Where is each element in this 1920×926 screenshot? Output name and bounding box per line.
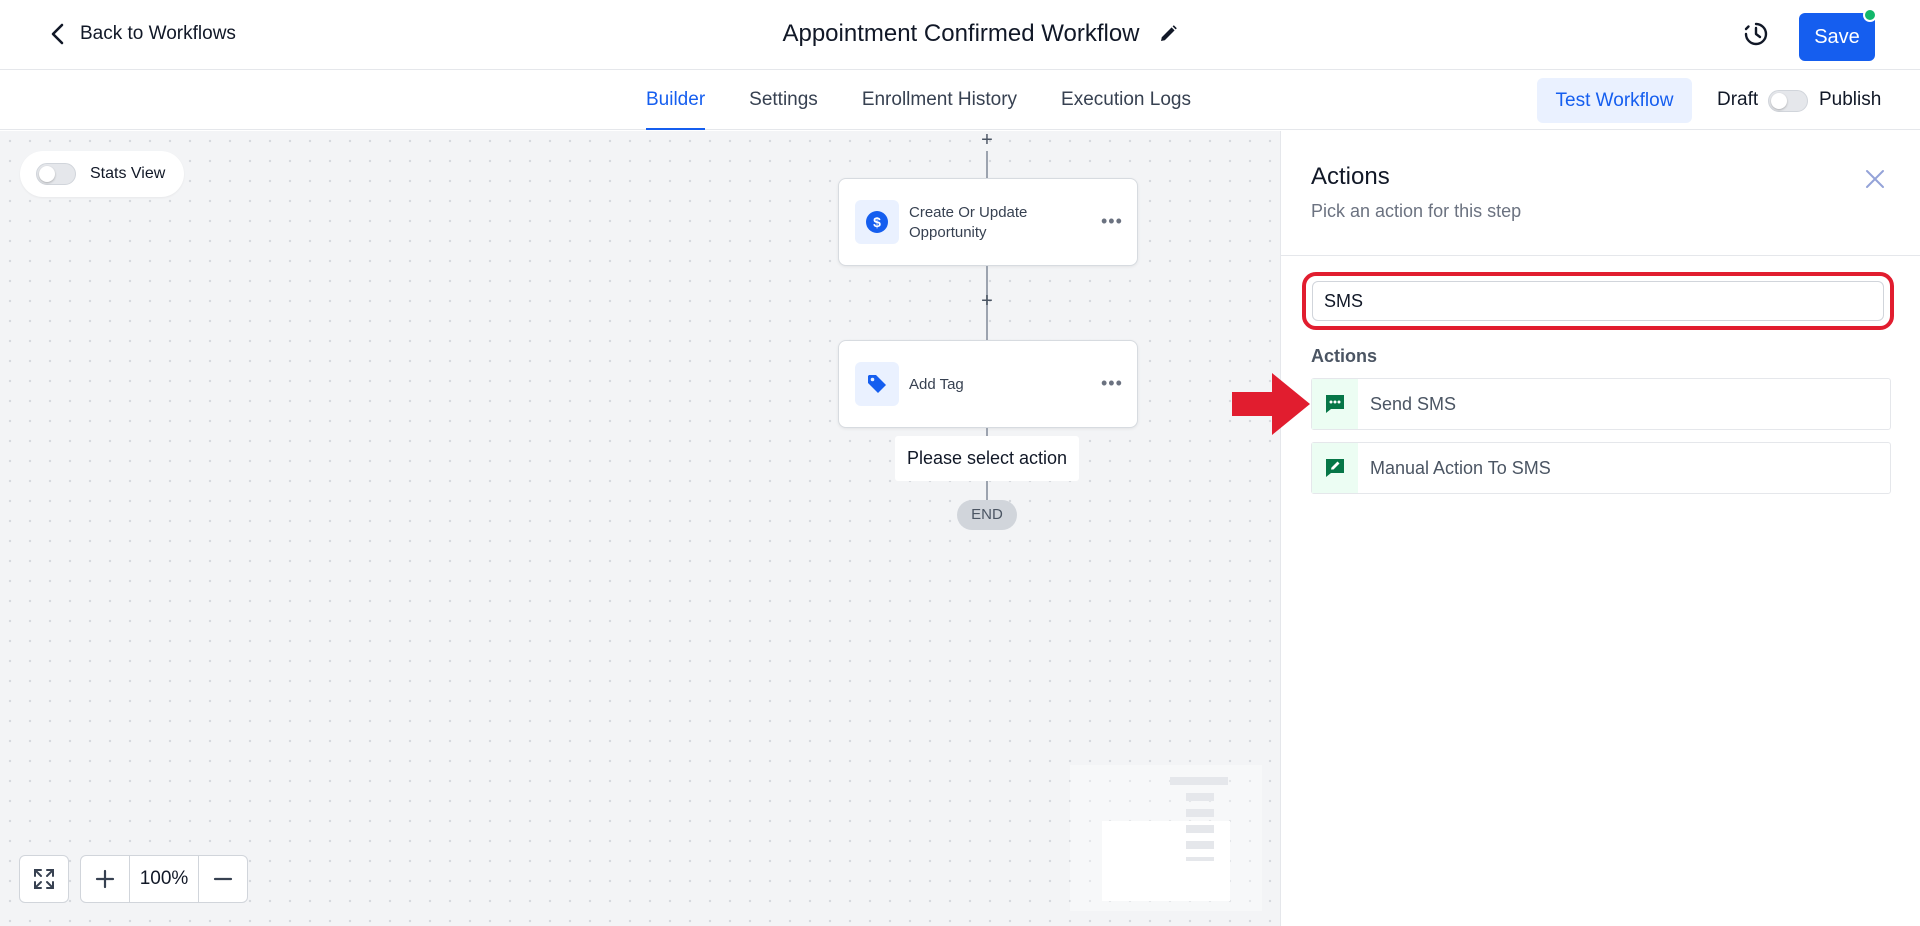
minus-icon	[213, 877, 233, 881]
message-icon	[1326, 395, 1344, 413]
fit-view-button[interactable]	[19, 855, 69, 903]
action-manual-sms[interactable]: Manual Action To SMS	[1311, 442, 1891, 494]
back-to-workflows-link[interactable]: Back to Workflows	[48, 22, 236, 46]
history-icon[interactable]	[1742, 20, 1770, 48]
pencil-icon[interactable]	[1158, 24, 1178, 44]
dollar-icon: $	[866, 211, 888, 233]
action-icon-box	[1312, 443, 1358, 493]
tab-execution-logs[interactable]: Execution Logs	[1061, 70, 1191, 130]
minimap-node	[1186, 857, 1214, 861]
workflow-title-bar: Appointment Confirmed Workflow	[0, 20, 1920, 48]
end-node: END	[957, 500, 1017, 530]
minimap-node	[1186, 809, 1214, 817]
red-pointer-arrow-icon	[1232, 373, 1310, 435]
minimap-node	[1186, 793, 1214, 801]
stats-view-label: Stats View	[90, 165, 166, 182]
zoom-out-button[interactable]	[199, 856, 247, 902]
chevron-left-icon	[51, 23, 64, 45]
action-label: Send SMS	[1370, 394, 1457, 414]
minimap[interactable]	[1070, 765, 1262, 911]
panel-subtitle: Pick an action for this step	[1311, 201, 1522, 221]
tab-enrollment-history[interactable]: Enrollment History	[862, 70, 1017, 130]
zoom-controls: 100%	[80, 855, 248, 903]
minimap-node	[1170, 777, 1228, 785]
save-button[interactable]: Save	[1799, 13, 1875, 61]
tab-settings[interactable]: Settings	[749, 70, 818, 130]
test-workflow-button[interactable]: Test Workflow	[1537, 78, 1692, 123]
action-send-sms[interactable]: Send SMS	[1311, 378, 1891, 430]
add-step-plus-icon[interactable]: +	[977, 291, 997, 311]
add-step-plus-icon[interactable]: +	[977, 131, 997, 150]
panel-divider	[1281, 255, 1920, 256]
publish-label: Publish	[1819, 89, 1882, 110]
more-options-icon[interactable]: •••	[1101, 211, 1123, 232]
draft-label: Draft	[1717, 89, 1759, 110]
tag-icon	[868, 375, 886, 393]
workflow-title: Appointment Confirmed Workflow	[782, 20, 1140, 47]
minimap-node	[1186, 825, 1214, 833]
publish-toggle[interactable]	[1768, 90, 1808, 112]
node-label: Create Or Update Opportunity	[909, 204, 1028, 241]
search-highlight	[1302, 272, 1894, 330]
zoom-level: 100%	[129, 856, 199, 902]
minimap-node	[1186, 841, 1214, 849]
toggle-knob	[39, 166, 55, 182]
stats-view-control: Stats View	[20, 151, 184, 197]
toggle-knob	[1771, 93, 1787, 109]
tabs-bar: Builder Settings Enrollment History Exec…	[0, 70, 1920, 130]
plus-icon	[95, 869, 115, 889]
back-label: Back to Workflows	[80, 23, 236, 44]
actions-section-label: Actions	[1311, 346, 1378, 366]
workflow-canvas[interactable]: Stats View + $ Create Or Update Opportun…	[0, 131, 1280, 926]
action-search-input[interactable]	[1312, 281, 1884, 321]
stats-view-toggle[interactable]	[36, 163, 76, 185]
minimap-viewport[interactable]	[1102, 821, 1230, 901]
expand-icon	[34, 869, 54, 889]
node-add-tag[interactable]: Add Tag •••	[838, 340, 1138, 428]
top-header: Back to Workflows Appointment Confirmed …	[0, 0, 1920, 70]
action-icon-box	[1312, 379, 1358, 429]
node-icon-box	[855, 362, 899, 406]
node-label: Add Tag	[909, 376, 964, 393]
action-label: Manual Action To SMS	[1370, 458, 1551, 478]
node-create-update-opportunity[interactable]: $ Create Or Update Opportunity •••	[838, 178, 1138, 266]
tab-builder[interactable]: Builder	[646, 70, 706, 130]
select-action-placeholder[interactable]: Please select action	[895, 436, 1079, 481]
close-icon[interactable]	[1863, 167, 1887, 191]
node-icon-box: $	[855, 200, 899, 244]
actions-panel: Actions Pick an action for this step Act…	[1280, 131, 1920, 926]
save-status-dot	[1863, 8, 1877, 22]
more-options-icon[interactable]: •••	[1101, 373, 1123, 394]
panel-title: Actions	[1311, 163, 1390, 190]
zoom-in-button[interactable]	[81, 856, 129, 902]
manual-sms-icon	[1326, 459, 1344, 477]
svg-text:$: $	[873, 214, 881, 230]
workflow-tabs: Builder Settings Enrollment History Exec…	[646, 70, 1191, 130]
